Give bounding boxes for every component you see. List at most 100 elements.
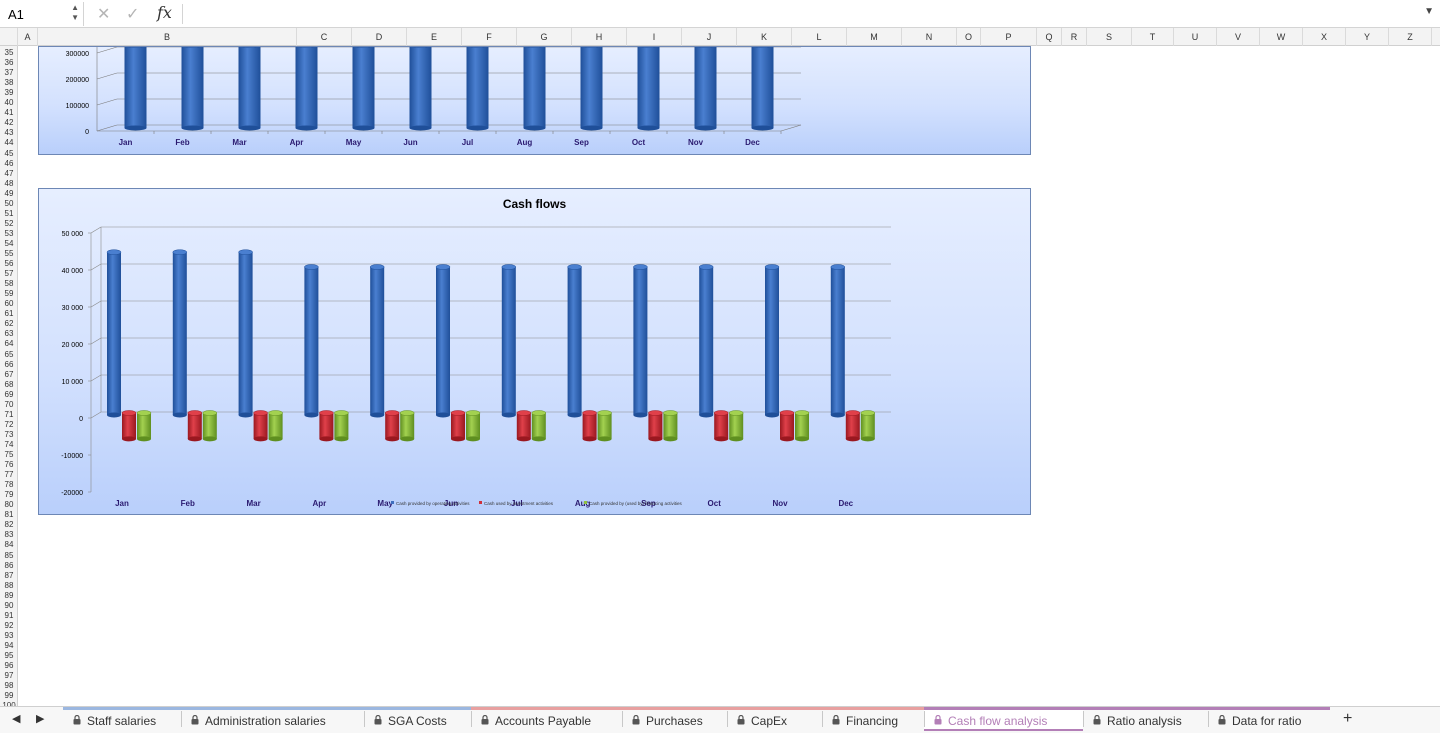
expand-formula-bar-icon[interactable]: ▼	[1424, 6, 1434, 17]
row-header-37[interactable]: 37	[0, 68, 17, 78]
close-icon[interactable]: ✕	[97, 4, 110, 24]
row-header-96[interactable]: 96	[0, 661, 17, 671]
row-header-87[interactable]: 87	[0, 571, 17, 581]
column-header-a[interactable]: A	[18, 28, 38, 46]
column-header-f[interactable]: F	[462, 28, 517, 46]
row-header-45[interactable]: 45	[0, 149, 17, 159]
name-box-stepper-icon[interactable]: ▲ ▼	[71, 3, 79, 23]
row-header-36[interactable]: 36	[0, 58, 17, 68]
column-header-q[interactable]: Q	[1037, 28, 1062, 46]
column-header-i[interactable]: I	[627, 28, 682, 46]
row-header-56[interactable]: 56	[0, 259, 17, 269]
sheet-tab-cash-flow-analysis[interactable]: Cash flow analysis	[924, 707, 1083, 731]
row-header-61[interactable]: 61	[0, 309, 17, 319]
row-header-52[interactable]: 52	[0, 219, 17, 229]
sheet-tab-financing[interactable]: Financing	[822, 707, 924, 731]
row-header-59[interactable]: 59	[0, 289, 17, 299]
column-header-c[interactable]: C	[297, 28, 352, 46]
row-header-55[interactable]: 55	[0, 249, 17, 259]
row-header-40[interactable]: 40	[0, 98, 17, 108]
column-header-j[interactable]: J	[682, 28, 737, 46]
row-header-57[interactable]: 57	[0, 269, 17, 279]
row-header-91[interactable]: 91	[0, 611, 17, 621]
row-header-74[interactable]: 74	[0, 440, 17, 450]
row-header-65[interactable]: 65	[0, 350, 17, 360]
row-header-35[interactable]: 35	[0, 48, 17, 58]
row-header-88[interactable]: 88	[0, 581, 17, 591]
sheet-tab-data-for-ratio[interactable]: Data for ratio	[1208, 707, 1330, 731]
row-header-81[interactable]: 81	[0, 510, 17, 520]
column-header-g[interactable]: G	[517, 28, 572, 46]
add-sheet-button[interactable]: +	[1343, 710, 1352, 728]
row-header-67[interactable]: 67	[0, 370, 17, 380]
row-header-66[interactable]: 66	[0, 360, 17, 370]
row-header-53[interactable]: 53	[0, 229, 17, 239]
column-header-s[interactable]: S	[1087, 28, 1132, 46]
row-header-94[interactable]: 94	[0, 641, 17, 651]
column-header-e[interactable]: E	[407, 28, 462, 46]
row-header-41[interactable]: 41	[0, 108, 17, 118]
sheet-tab-ratio-analysis[interactable]: Ratio analysis	[1083, 707, 1208, 731]
row-header-97[interactable]: 97	[0, 671, 17, 681]
row-header-98[interactable]: 98	[0, 681, 17, 691]
row-header-51[interactable]: 51	[0, 209, 17, 219]
row-header-50[interactable]: 50	[0, 199, 17, 209]
check-icon[interactable]: ✓	[126, 4, 139, 24]
row-header-77[interactable]: 77	[0, 470, 17, 480]
column-header-z[interactable]: Z	[1389, 28, 1432, 46]
column-header-m[interactable]: M	[847, 28, 902, 46]
row-header-43[interactable]: 43	[0, 128, 17, 138]
row-header-82[interactable]: 82	[0, 520, 17, 530]
row-header-83[interactable]: 83	[0, 530, 17, 540]
row-header-62[interactable]: 62	[0, 319, 17, 329]
row-header-48[interactable]: 48	[0, 179, 17, 189]
row-header-47[interactable]: 47	[0, 169, 17, 179]
column-header-k[interactable]: K	[737, 28, 792, 46]
select-all-corner[interactable]	[0, 28, 18, 46]
row-header-73[interactable]: 73	[0, 430, 17, 440]
row-header-93[interactable]: 93	[0, 631, 17, 641]
row-header-70[interactable]: 70	[0, 400, 17, 410]
column-header-p[interactable]: P	[981, 28, 1037, 46]
sheet-tab-purchases[interactable]: Purchases	[622, 707, 727, 731]
sheet-tab-accounts-payable[interactable]: Accounts Payable	[471, 707, 622, 731]
column-header-l[interactable]: L	[792, 28, 847, 46]
chart-cash-flows[interactable]: Cash flows 50 000 40 000 30 000 20 000 10 00…	[38, 188, 1031, 515]
column-header-r[interactable]: R	[1062, 28, 1087, 46]
row-header-99[interactable]: 99	[0, 691, 17, 701]
row-header-64[interactable]: 64	[0, 339, 17, 349]
row-header-39[interactable]: 39	[0, 88, 17, 98]
row-header-76[interactable]: 76	[0, 460, 17, 470]
row-header-95[interactable]: 95	[0, 651, 17, 661]
insert-function-button[interactable]: fx	[157, 3, 172, 22]
row-header-69[interactable]: 69	[0, 390, 17, 400]
sheet-tab-administration-salaries[interactable]: Administration salaries	[181, 707, 364, 731]
name-box[interactable]: A1 ▲ ▼	[0, 2, 84, 26]
row-header-86[interactable]: 86	[0, 561, 17, 571]
sheet-tab-staff-salaries[interactable]: Staff salaries	[63, 707, 181, 731]
row-header-54[interactable]: 54	[0, 239, 17, 249]
column-header-v[interactable]: V	[1217, 28, 1260, 46]
previous-sheet-icon[interactable]: ◀	[12, 712, 20, 725]
row-header-75[interactable]: 75	[0, 450, 17, 460]
row-header-80[interactable]: 80	[0, 500, 17, 510]
column-header-w[interactable]: W	[1260, 28, 1303, 46]
row-header-68[interactable]: 68	[0, 380, 17, 390]
cell-reference[interactable]: A1	[8, 7, 24, 22]
row-header-84[interactable]: 84	[0, 540, 17, 550]
chart-monthly-columns[interactable]: 300000 200000 100000 0 Jan Feb Mar Apr May Jun Jul…	[38, 46, 1031, 155]
column-header-d[interactable]: D	[352, 28, 407, 46]
row-header-71[interactable]: 71	[0, 410, 17, 420]
sheet-tab-capex[interactable]: CapEx	[727, 707, 822, 731]
row-header-63[interactable]: 63	[0, 329, 17, 339]
row-header-79[interactable]: 79	[0, 490, 17, 500]
row-header-44[interactable]: 44	[0, 138, 17, 148]
row-header-78[interactable]: 78	[0, 480, 17, 490]
column-header-x[interactable]: X	[1303, 28, 1346, 46]
sheet-tab-sga-costs[interactable]: SGA Costs	[364, 707, 471, 731]
row-header-38[interactable]: 38	[0, 78, 17, 88]
row-header-46[interactable]: 46	[0, 159, 17, 169]
row-header-60[interactable]: 60	[0, 299, 17, 309]
column-header-u[interactable]: U	[1174, 28, 1217, 46]
row-header-42[interactable]: 42	[0, 118, 17, 128]
